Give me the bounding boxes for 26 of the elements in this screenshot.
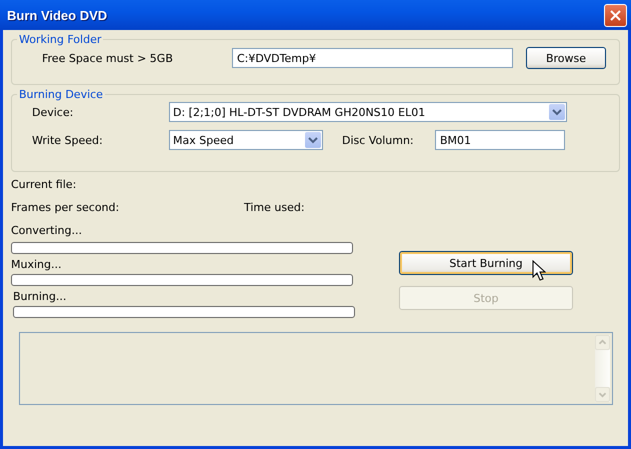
device-label: Device: — [31, 106, 74, 118]
time-used-label: Time used: — [244, 201, 306, 214]
log-text-area[interactable] — [19, 332, 613, 405]
mouse-cursor-icon — [532, 260, 546, 282]
free-space-label: Free Space must > 5GB — [41, 52, 174, 64]
start-burning-button[interactable]: Start Burning — [399, 251, 573, 275]
disc-volume-label: Disc Volumn: — [341, 134, 415, 146]
close-icon — [610, 10, 621, 20]
progress-label: Burning... — [13, 290, 68, 303]
disc-volume-field[interactable]: BM01 — [435, 130, 565, 150]
write-speed-dropdown[interactable]: Max Speed — [169, 130, 323, 150]
folder-path-field[interactable]: C:¥DVDTemp¥ — [232, 48, 513, 68]
progress-label: Converting... — [11, 224, 83, 237]
close-button[interactable] — [604, 4, 627, 26]
device-dropdown[interactable]: D: [2;1;0] HL-DT-ST DVDRAM GH20NS10 EL01 — [169, 102, 567, 122]
scroll-up-icon[interactable] — [595, 335, 610, 350]
group-legend: Burning Device — [17, 88, 105, 101]
group-legend: Working Folder — [17, 33, 104, 46]
write-speed-label: Write Speed: — [31, 134, 104, 146]
fps-label: Frames per second: — [11, 201, 120, 214]
scroll-down-icon[interactable] — [595, 387, 610, 402]
window-title: Burn Video DVD — [7, 8, 108, 22]
scrollbar[interactable] — [595, 335, 610, 402]
browse-button[interactable]: Browse — [526, 47, 606, 69]
current-file-label: Current file: — [11, 178, 78, 191]
progress-label: Muxing... — [11, 258, 62, 271]
